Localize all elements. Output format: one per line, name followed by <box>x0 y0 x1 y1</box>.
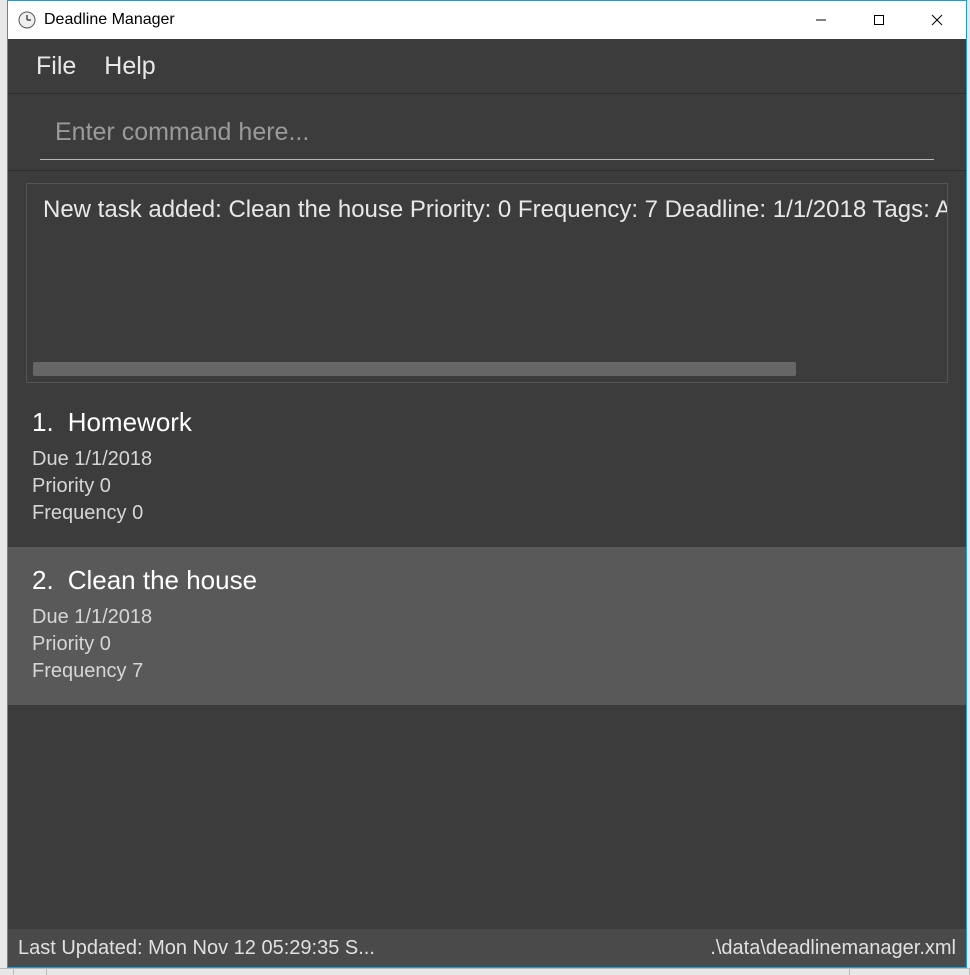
task-item[interactable]: 2. Clean the house Due 1/1/2018 Priority… <box>8 547 966 705</box>
menu-help[interactable]: Help <box>104 52 155 81</box>
command-input[interactable] <box>40 112 934 160</box>
output-box: New task added: Clean the house Priority… <box>26 183 948 383</box>
maximize-icon <box>873 14 885 26</box>
statusbar: Last Updated: Mon Nov 12 05:29:35 S... .… <box>8 929 966 967</box>
task-number: 2. <box>32 565 54 596</box>
task-due: Due 1/1/2018 <box>32 446 946 473</box>
task-list: 1. Homework Due 1/1/2018 Priority 0 Freq… <box>8 389 966 929</box>
task-name: Clean the house <box>68 565 257 596</box>
app-body: File Help New task added: Clean the hous… <box>8 39 966 967</box>
scrollbar-thumb[interactable] <box>33 362 796 376</box>
close-icon <box>930 13 944 27</box>
desktop-edge <box>0 968 970 975</box>
task-frequency: Frequency 0 <box>32 500 946 527</box>
status-last-updated: Last Updated: Mon Nov 12 05:29:35 S... <box>18 937 375 960</box>
status-file-path: .\data\deadlinemanager.xml <box>710 937 956 960</box>
task-item[interactable]: 1. Homework Due 1/1/2018 Priority 0 Freq… <box>8 389 966 547</box>
task-title-row: 2. Clean the house <box>32 565 946 596</box>
output-wrapper: New task added: Clean the house Priority… <box>8 170 966 383</box>
window-title: Deadline Manager <box>44 11 792 29</box>
task-due: Due 1/1/2018 <box>32 604 946 631</box>
task-number: 1. <box>32 407 54 438</box>
app-window: Deadline Manager File Help <box>7 0 967 968</box>
task-frequency: Frequency 7 <box>32 658 946 685</box>
app-clock-icon <box>18 11 36 29</box>
task-priority: Priority 0 <box>32 473 946 500</box>
maximize-button[interactable] <box>850 1 908 39</box>
command-area <box>8 94 966 160</box>
horizontal-scrollbar[interactable] <box>33 362 941 376</box>
minimize-button[interactable] <box>792 1 850 39</box>
task-name: Homework <box>68 407 192 438</box>
minimize-icon <box>815 14 827 26</box>
output-message: New task added: Clean the house Priority… <box>27 184 947 236</box>
titlebar[interactable]: Deadline Manager <box>8 1 966 39</box>
window-controls <box>792 1 966 39</box>
menu-file[interactable]: File <box>36 52 76 81</box>
task-title-row: 1. Homework <box>32 407 946 438</box>
task-priority: Priority 0 <box>32 631 946 658</box>
menubar: File Help <box>8 39 966 94</box>
close-button[interactable] <box>908 1 966 39</box>
